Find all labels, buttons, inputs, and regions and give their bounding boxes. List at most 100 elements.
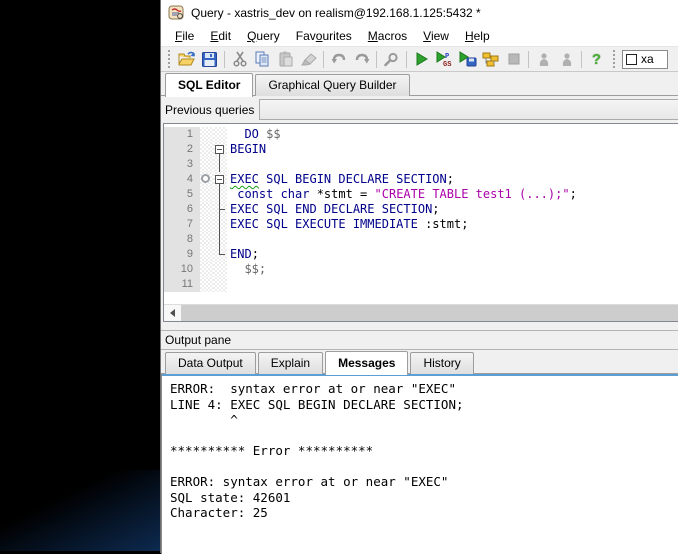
clear-window-icon bbox=[301, 52, 317, 66]
editor-line[interactable]: 6EXEC SQL END DECLARE SECTION; bbox=[164, 202, 678, 217]
help-icon: ? bbox=[592, 51, 601, 68]
marker-margin bbox=[200, 217, 213, 232]
toolbar-separator bbox=[224, 51, 225, 68]
marker-margin bbox=[200, 202, 213, 217]
fold-margin bbox=[213, 187, 227, 202]
redo-button[interactable] bbox=[350, 49, 373, 70]
undo-button[interactable] bbox=[327, 49, 350, 70]
toolbar-grip[interactable] bbox=[166, 50, 172, 68]
line-number: 8 bbox=[164, 232, 200, 247]
rollback-button[interactable] bbox=[555, 49, 578, 70]
code-token: ; bbox=[252, 247, 259, 261]
rollback-icon bbox=[560, 52, 574, 67]
cut-button[interactable] bbox=[228, 49, 251, 70]
fold-margin bbox=[213, 217, 227, 232]
connection-combo[interactable]: xa bbox=[622, 50, 668, 69]
paste-button[interactable] bbox=[274, 49, 297, 70]
pane-splitter[interactable] bbox=[161, 322, 678, 330]
fold-margin bbox=[213, 247, 227, 262]
output-tabstrip: Data OutputExplainMessagesHistory bbox=[161, 350, 678, 374]
menu-query[interactable]: Query bbox=[239, 27, 288, 45]
fold-collapse-icon[interactable] bbox=[215, 145, 224, 154]
code-token: EXEC SQL END DECLARE SECTION bbox=[230, 202, 432, 216]
editor-line[interactable]: 7EXEC SQL EXECUTE IMMEDIATE :stmt; bbox=[164, 217, 678, 232]
menu-edit[interactable]: Edit bbox=[202, 27, 239, 45]
find-button[interactable] bbox=[380, 49, 403, 70]
code-line bbox=[227, 232, 678, 247]
code-token: const char bbox=[230, 187, 309, 201]
code-token: END bbox=[230, 247, 252, 261]
menu-help[interactable]: Help bbox=[457, 27, 498, 45]
fold-margin bbox=[213, 277, 227, 292]
menu-favourites[interactable]: Favourites bbox=[288, 27, 360, 45]
open-file-button[interactable] bbox=[175, 49, 198, 70]
line-number: 9 bbox=[164, 247, 200, 262]
fold-margin bbox=[213, 172, 227, 187]
desktop-background bbox=[0, 470, 165, 551]
execute-query-button[interactable] bbox=[410, 49, 433, 70]
editor-line[interactable]: 9 END; bbox=[164, 247, 678, 262]
previous-queries-row: Previous queries bbox=[161, 96, 678, 123]
fold-margin bbox=[213, 142, 227, 157]
execute-pgscript-icon: P GS bbox=[436, 51, 454, 67]
editor-line[interactable]: 5 const char *stmt = "CREATE TABLE test1… bbox=[164, 187, 678, 202]
marker-margin bbox=[200, 127, 213, 142]
output-tab-data-output[interactable]: Data Output bbox=[165, 352, 256, 374]
editor-line[interactable]: 10 $$; bbox=[164, 262, 678, 277]
sql-editor[interactable]: 1 DO $$2BEGIN34EXEC SQL BEGIN DECLARE SE… bbox=[164, 124, 678, 304]
code-token: :stmt; bbox=[418, 217, 469, 231]
editor-tabstrip: SQL EditorGraphical Query Builder bbox=[161, 72, 678, 96]
fold-margin bbox=[213, 232, 227, 247]
editor-line[interactable]: 8 bbox=[164, 232, 678, 247]
svg-text:P: P bbox=[445, 53, 449, 61]
output-tab-history[interactable]: History bbox=[410, 352, 473, 374]
editor-hscrollbar[interactable] bbox=[164, 304, 678, 321]
output-tab-explain[interactable]: Explain bbox=[258, 352, 323, 374]
connection-toolbar-grip[interactable] bbox=[611, 50, 617, 68]
commit-button[interactable] bbox=[532, 49, 555, 70]
tab-graphical-query-builder[interactable]: Graphical Query Builder bbox=[255, 74, 409, 96]
save-icon bbox=[202, 52, 217, 67]
cut-icon bbox=[233, 51, 247, 67]
menu-macros[interactable]: Macros bbox=[360, 27, 415, 45]
fold-line bbox=[219, 157, 220, 172]
fold-line bbox=[219, 217, 220, 232]
code-line: DO $$ bbox=[227, 127, 678, 142]
editor-line[interactable]: 2BEGIN bbox=[164, 142, 678, 157]
execute-pgscript-button[interactable]: P GS bbox=[433, 49, 456, 70]
clear-window-button[interactable] bbox=[297, 49, 320, 70]
svg-text:GS: GS bbox=[443, 61, 451, 67]
tab-sql-editor[interactable]: SQL Editor bbox=[165, 73, 253, 97]
fold-collapse-icon[interactable] bbox=[215, 175, 224, 184]
messages-text[interactable]: ERROR: syntax error at or near "EXEC" LI… bbox=[162, 374, 678, 521]
editor-line[interactable]: 11 bbox=[164, 277, 678, 292]
help-button[interactable]: ? bbox=[585, 49, 608, 70]
editor-line[interactable]: 3 bbox=[164, 157, 678, 172]
scroll-left-icon bbox=[170, 309, 175, 317]
code-line: EXEC SQL BEGIN DECLARE SECTION; bbox=[227, 172, 678, 187]
save-button[interactable] bbox=[198, 49, 221, 70]
query-tool-window: Query - xastris_dev on realism@192.168.1… bbox=[160, 0, 678, 553]
scroll-left-button[interactable] bbox=[164, 305, 181, 321]
cancel-query-button[interactable] bbox=[502, 49, 525, 70]
messages-panel[interactable]: ERROR: syntax error at or near "EXEC" LI… bbox=[161, 374, 678, 554]
marker-margin bbox=[200, 172, 213, 187]
menu-file[interactable]: File bbox=[167, 27, 202, 45]
explain-query-button[interactable] bbox=[479, 49, 502, 70]
previous-queries-combo[interactable] bbox=[259, 99, 678, 120]
title-bar[interactable]: Query - xastris_dev on realism@192.168.1… bbox=[161, 0, 678, 26]
menu-view[interactable]: View bbox=[415, 27, 457, 45]
editor-line[interactable]: 1 DO $$ bbox=[164, 127, 678, 142]
line-number: 11 bbox=[164, 277, 200, 292]
execute-to-file-button[interactable] bbox=[456, 49, 479, 70]
output-tab-messages[interactable]: Messages bbox=[325, 351, 408, 375]
toolbar-separator bbox=[406, 51, 407, 68]
copy-button[interactable] bbox=[251, 49, 274, 70]
scrollbar-thumb[interactable] bbox=[181, 305, 678, 321]
toolbar-separator bbox=[528, 51, 529, 68]
output-pane-caption[interactable]: Output pane bbox=[161, 330, 678, 350]
fold-margin bbox=[213, 127, 227, 142]
paste-icon bbox=[278, 51, 293, 67]
toolbar-separator bbox=[376, 51, 377, 68]
editor-line[interactable]: 4EXEC SQL BEGIN DECLARE SECTION; bbox=[164, 172, 678, 187]
